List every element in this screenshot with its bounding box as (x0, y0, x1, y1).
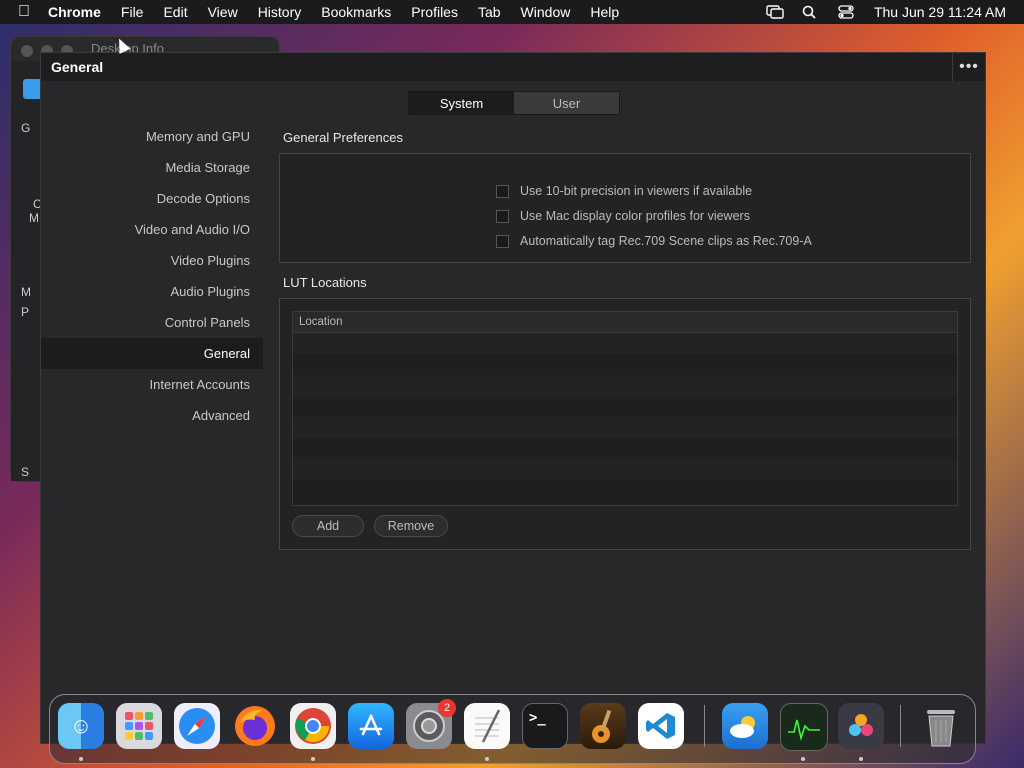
nav-decode-options[interactable]: Decode Options (41, 183, 263, 214)
sidebar-fragment: P (21, 305, 30, 319)
sidebar-fragment: M (21, 285, 31, 299)
notification-badge: 2 (438, 699, 456, 717)
trash-icon[interactable] (918, 703, 964, 749)
general-preferences-title: General Preferences (283, 130, 403, 145)
safari-icon[interactable] (174, 703, 220, 749)
checkbox[interactable] (496, 184, 509, 198)
system-settings-icon[interactable]: 2 (406, 699, 456, 749)
menu-window[interactable]: Window (521, 4, 571, 20)
app-store-icon[interactable] (348, 703, 394, 749)
launchpad-icon[interactable] (116, 703, 162, 749)
column-header-location[interactable]: Location (293, 312, 957, 333)
window-title: General (51, 59, 104, 75)
general-preferences-panel: Use 10-bit precision in viewers if avail… (279, 153, 971, 263)
remove-button[interactable]: Remove (374, 515, 448, 537)
dock: ☺ 2 >_ (49, 694, 976, 764)
sidebar-fragment: G (21, 121, 31, 135)
menu-app-name[interactable]: Chrome (48, 4, 101, 20)
menu-history[interactable]: History (258, 4, 302, 20)
lut-locations-panel: Location Add Remove (279, 298, 971, 550)
menu-tab[interactable]: Tab (478, 4, 501, 20)
checkbox[interactable] (496, 234, 509, 248)
lut-location-list[interactable]: Location (292, 311, 958, 506)
option-10bit-precision[interactable]: Use 10-bit precision in viewers if avail… (496, 184, 752, 198)
preferences-window: General ••• System User Memory and GPU M… (40, 52, 986, 744)
finder-icon[interactable]: ☺ (58, 703, 104, 749)
sidebar-fragment: M (29, 211, 39, 225)
nav-audio-plugins[interactable]: Audio Plugins (41, 276, 263, 307)
tab-system[interactable]: System (409, 92, 514, 114)
dock-divider (704, 705, 705, 747)
nav-internet-accounts[interactable]: Internet Accounts (41, 369, 263, 400)
davinci-resolve-icon[interactable] (838, 703, 884, 749)
menu-view[interactable]: View (208, 4, 238, 20)
nav-memory-gpu[interactable]: Memory and GPU (41, 121, 263, 152)
nav-video-audio-io[interactable]: Video and Audio I/O (41, 214, 263, 245)
checkbox[interactable] (496, 209, 509, 223)
running-indicator (79, 757, 83, 761)
firefox-icon[interactable] (232, 703, 278, 749)
menu-bookmarks[interactable]: Bookmarks (321, 4, 391, 20)
nav-advanced[interactable]: Advanced (41, 400, 263, 431)
menu-file[interactable]: File (121, 4, 144, 20)
background-sidebar: G C M M P S (11, 61, 43, 481)
activity-monitor-icon[interactable] (780, 703, 828, 751)
screen-mirroring-icon[interactable] (766, 5, 784, 19)
menu-profiles[interactable]: Profiles (411, 4, 458, 20)
terminal-icon[interactable]: >_ (522, 703, 568, 749)
option-auto-tag-rec709[interactable]: Automatically tag Rec.709 Scene clips as… (496, 234, 812, 248)
vscode-icon[interactable] (638, 703, 684, 749)
preferences-nav: Memory and GPU Media Storage Decode Opti… (41, 121, 263, 431)
menu-bar:  Chrome File Edit View History Bookmark… (0, 0, 1024, 24)
textedit-icon[interactable] (464, 703, 510, 749)
chrome-icon[interactable] (290, 703, 336, 749)
control-center-icon[interactable] (838, 5, 856, 19)
apple-menu-icon[interactable]:  (18, 3, 30, 21)
more-options-icon[interactable]: ••• (952, 53, 985, 81)
nav-media-storage[interactable]: Media Storage (41, 152, 263, 183)
menu-edit[interactable]: Edit (163, 4, 187, 20)
option-label: Use Mac display color profiles for viewe… (520, 209, 750, 223)
add-button[interactable]: Add (292, 515, 364, 537)
dock-divider (900, 705, 901, 747)
menu-help[interactable]: Help (590, 4, 619, 20)
lut-locations-title: LUT Locations (283, 275, 367, 290)
tab-segmented-control: System User (408, 91, 620, 115)
option-label: Use 10-bit precision in viewers if avail… (520, 184, 753, 198)
menu-clock[interactable]: Thu Jun 29 11:24 AM (874, 4, 1006, 20)
sidebar-fragment: S (21, 465, 30, 479)
option-label: Automatically tag Rec.709 Scene clips as… (520, 234, 812, 248)
running-indicator (859, 757, 863, 761)
garageband-icon[interactable] (580, 703, 626, 749)
tab-user[interactable]: User (514, 92, 619, 114)
running-indicator (485, 757, 489, 761)
option-mac-color-profiles[interactable]: Use Mac display color profiles for viewe… (496, 209, 750, 223)
search-icon[interactable] (802, 5, 820, 19)
nav-video-plugins[interactable]: Video Plugins (41, 245, 263, 276)
nav-control-panels[interactable]: Control Panels (41, 307, 263, 338)
weather-icon[interactable] (722, 703, 768, 749)
list-body (293, 333, 957, 501)
running-indicator (801, 757, 805, 761)
nav-general[interactable]: General (41, 338, 263, 369)
running-indicator (311, 757, 315, 761)
window-titlebar: General ••• (41, 53, 985, 81)
